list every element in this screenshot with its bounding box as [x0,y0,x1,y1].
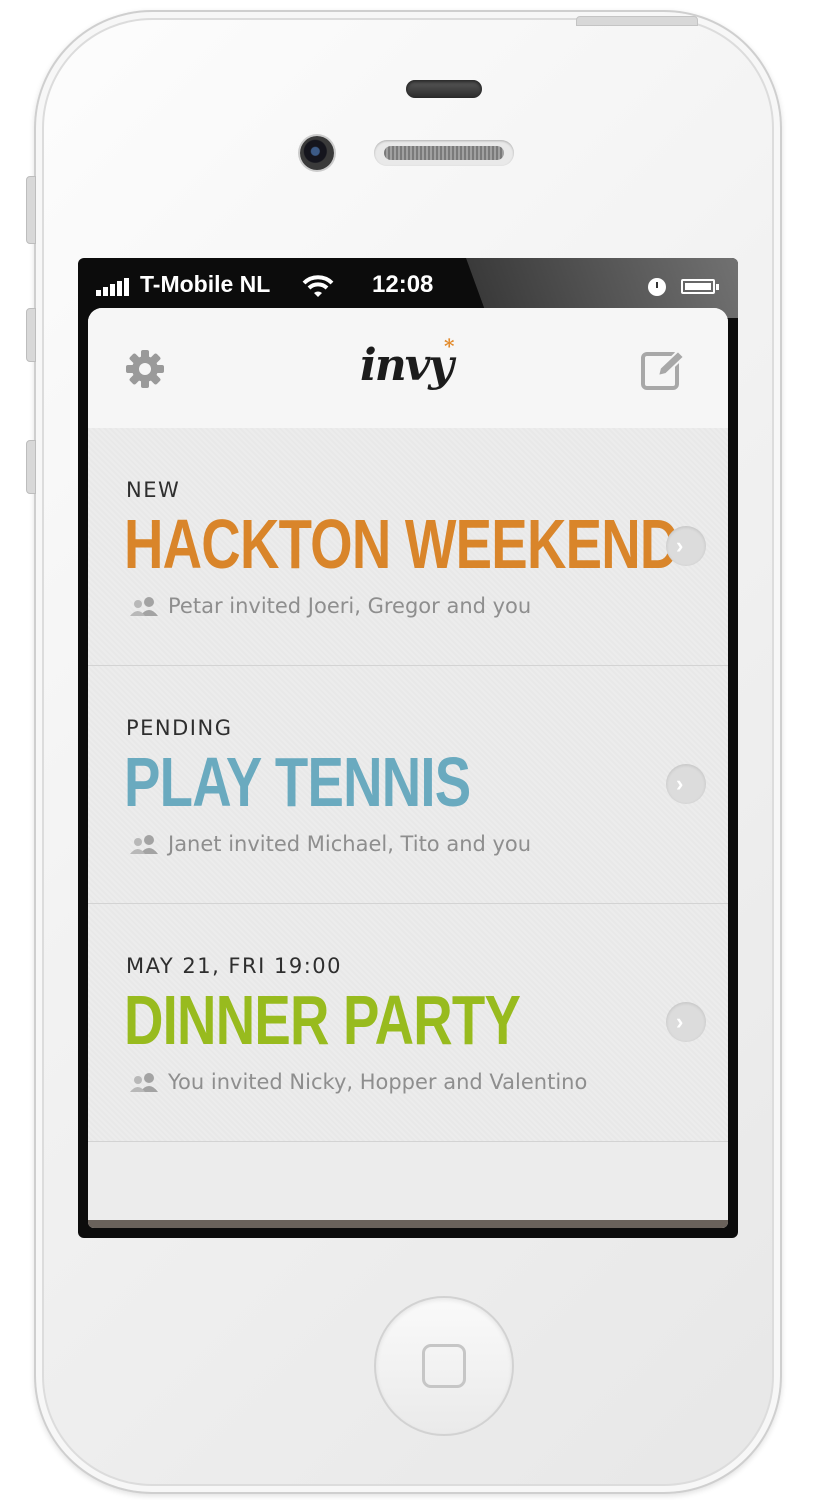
phone-screen: T-Mobile NL 12:08 invy * NEW HACKTON WEE… [78,258,738,1238]
invy-app: invy * NEW HACKTON WEEKEND Petar invited … [88,308,728,1228]
event-invitees: You invited Nicky, Hopper and Valentino [168,1070,588,1094]
people-icon [130,1073,158,1092]
compose-icon[interactable] [640,348,686,392]
front-camera [300,136,334,170]
chevron-right-icon[interactable]: › [666,1002,706,1042]
chevron-right-icon[interactable]: › [666,764,706,804]
people-icon [130,835,158,854]
event-title: PLAY TENNIS [124,743,471,821]
mute-switch [26,176,36,244]
people-icon [130,597,158,616]
chevron-right-icon[interactable]: › [666,526,706,566]
event-title: HACKTON WEEKEND [124,505,679,583]
event-status: PENDING [126,716,233,740]
event-row-hackton[interactable]: NEW HACKTON WEEKEND Petar invited Joeri,… [88,428,728,666]
volume-down-button [26,440,36,494]
volume-up-button [26,308,36,362]
event-status: NEW [126,478,181,502]
alarm-icon [648,278,666,296]
carrier-name: T-Mobile NL [140,271,271,297]
signal-icon [96,278,134,296]
event-row-tennis[interactable]: PENDING PLAY TENNIS Janet invited Michae… [88,666,728,904]
battery-icon [681,279,719,294]
earpiece-speaker [374,140,514,166]
nav-bar: invy * [88,308,728,429]
event-invitees: Petar invited Joeri, Gregor and you [168,594,532,618]
logo-star: * [444,334,455,358]
app-logo: invy * [360,334,455,391]
event-row-dinner[interactable]: MAY 21, FRI 19:00 DINNER PARTY You invit… [88,904,728,1142]
event-status: MAY 21, FRI 19:00 [126,954,342,978]
sleep-button [576,16,698,26]
event-invitees: Janet invited Michael, Tito and you [168,832,532,856]
proximity-sensor [406,80,482,98]
status-time: 12:08 [372,271,434,298]
home-button[interactable] [374,1296,514,1436]
wifi-icon [302,275,334,297]
event-title: DINNER PARTY [124,981,521,1059]
settings-gear-icon[interactable] [124,348,166,390]
